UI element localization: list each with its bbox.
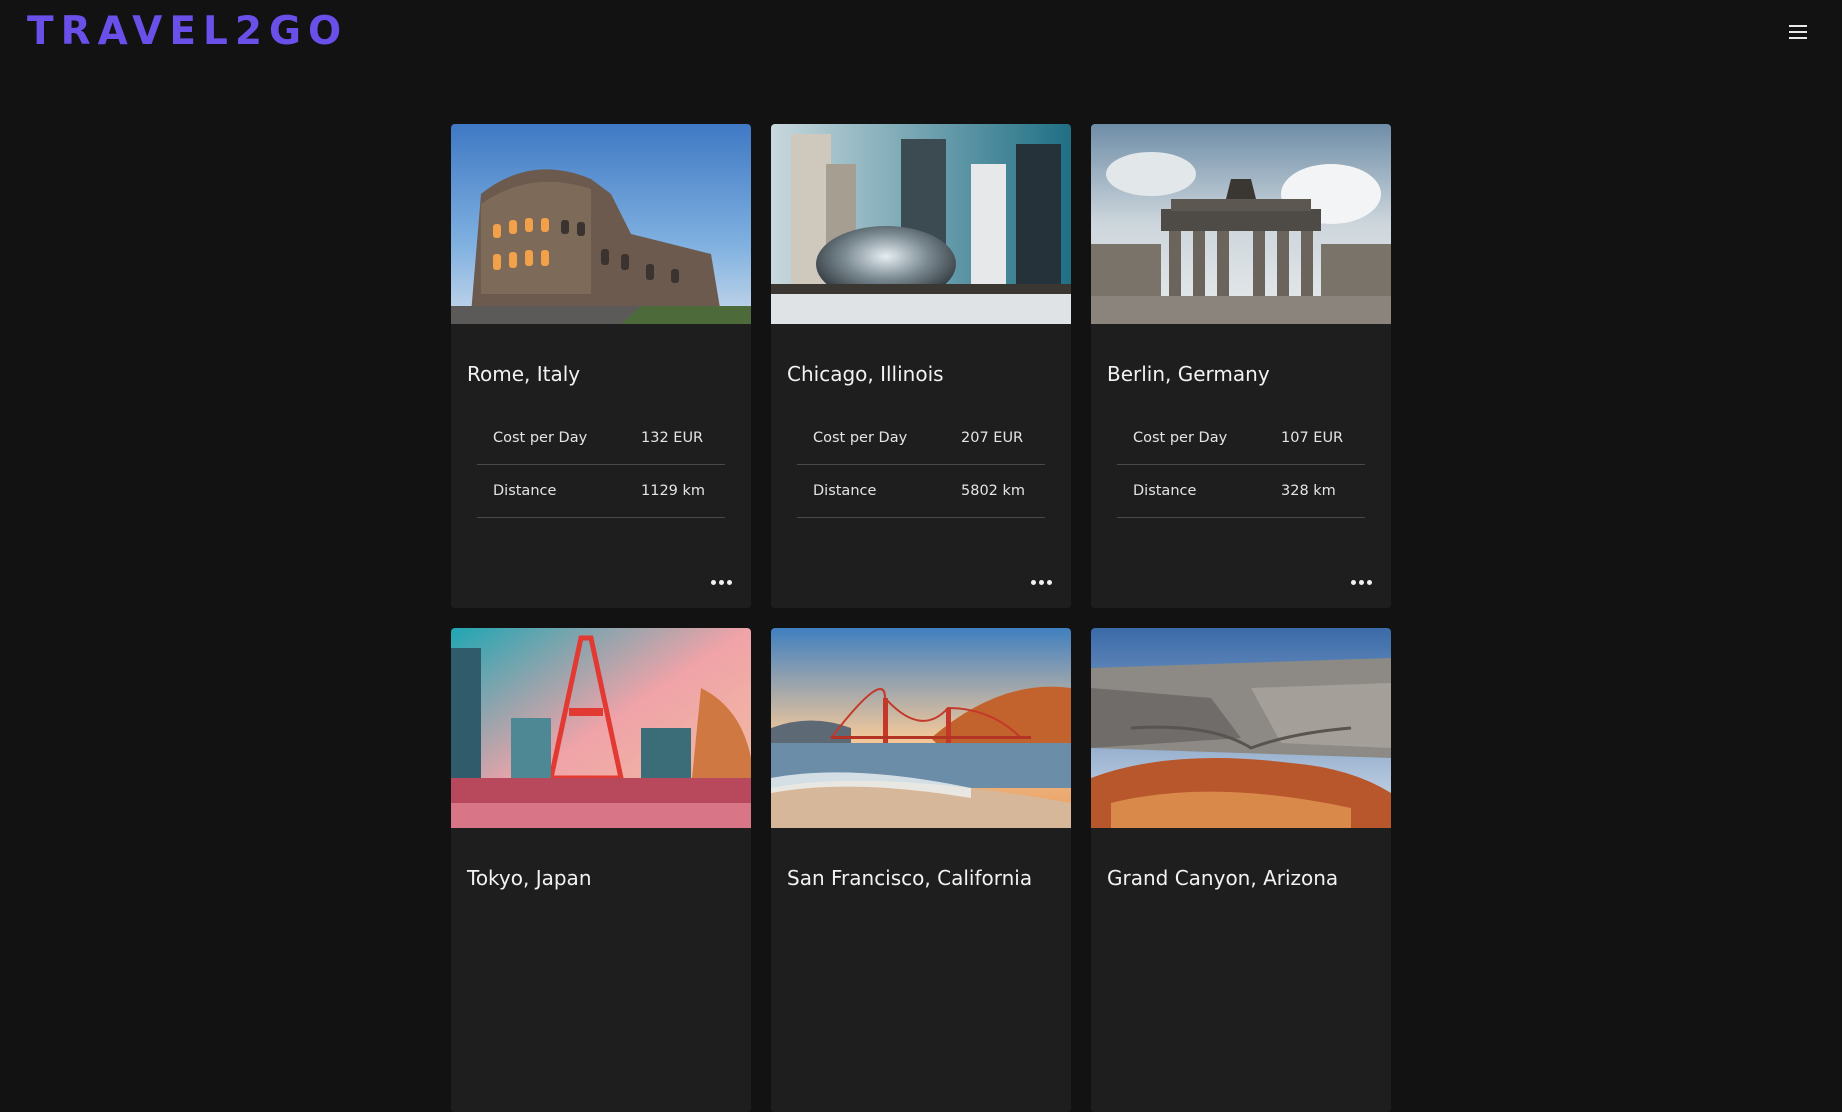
table-row: Distance 328 km [1117, 465, 1365, 518]
stat-value: 107 EUR [1281, 430, 1344, 446]
grand-canyon-photo [1091, 628, 1391, 828]
stats-table: Cost per Day 132 EUR Distance 1129 km [477, 412, 725, 518]
destination-card[interactable]: Rome, Italy Cost per Day 132 EUR Distanc… [451, 124, 751, 608]
hamburger-menu-icon[interactable] [1786, 22, 1810, 42]
table-row: Cost per Day 107 EUR [1117, 412, 1365, 465]
cloud-gate-photo [771, 124, 1071, 324]
app-header: TRAVEL2GO [0, 0, 1842, 64]
destination-grid: Rome, Italy Cost per Day 132 EUR Distanc… [451, 124, 1391, 1112]
stat-value: 207 EUR [961, 430, 1024, 446]
destination-card[interactable]: San Francisco, California [771, 628, 1071, 1112]
stat-value: 5802 km [961, 483, 1026, 499]
more-options-icon[interactable] [709, 573, 735, 591]
card-title: Berlin, Germany [1107, 362, 1270, 386]
stat-label: Cost per Day [493, 430, 588, 446]
table-row: Distance 1129 km [477, 465, 725, 518]
stat-label: Distance [813, 483, 877, 499]
golden-gate-bridge-photo [771, 628, 1071, 828]
destination-card[interactable]: Berlin, Germany Cost per Day 107 EUR Dis… [1091, 124, 1391, 608]
tokyo-tower-photo [451, 628, 751, 828]
card-title: Tokyo, Japan [467, 866, 592, 890]
card-title: San Francisco, California [787, 866, 1033, 890]
stat-value: 1129 km [641, 483, 706, 499]
table-row: Cost per Day 207 EUR [797, 412, 1045, 465]
logo[interactable]: TRAVEL2GO [27, 11, 348, 53]
stat-label: Cost per Day [813, 430, 908, 446]
stat-value: 132 EUR [641, 430, 704, 446]
more-options-icon[interactable] [1349, 573, 1375, 591]
destination-card[interactable]: Grand Canyon, Arizona [1091, 628, 1391, 1112]
card-title: Chicago, Illinois [787, 362, 944, 386]
stat-label: Cost per Day [1133, 430, 1228, 446]
card-title: Grand Canyon, Arizona [1107, 866, 1339, 890]
table-row: Distance 5802 km [797, 465, 1045, 518]
table-row: Cost per Day 132 EUR [477, 412, 725, 465]
destination-card[interactable]: Tokyo, Japan [451, 628, 751, 1112]
stat-value: 328 km [1281, 483, 1336, 499]
stat-label: Distance [493, 483, 557, 499]
destination-card[interactable]: Chicago, Illinois Cost per Day 207 EUR D… [771, 124, 1071, 608]
colosseum-photo [451, 124, 751, 324]
card-title: Rome, Italy [467, 362, 581, 386]
more-options-icon[interactable] [1029, 573, 1055, 591]
stat-label: Distance [1133, 483, 1197, 499]
brandenburg-gate-photo [1091, 124, 1391, 324]
stats-table: Cost per Day 207 EUR Distance 5802 km [797, 412, 1045, 518]
stats-table: Cost per Day 107 EUR Distance 328 km [1117, 412, 1365, 518]
